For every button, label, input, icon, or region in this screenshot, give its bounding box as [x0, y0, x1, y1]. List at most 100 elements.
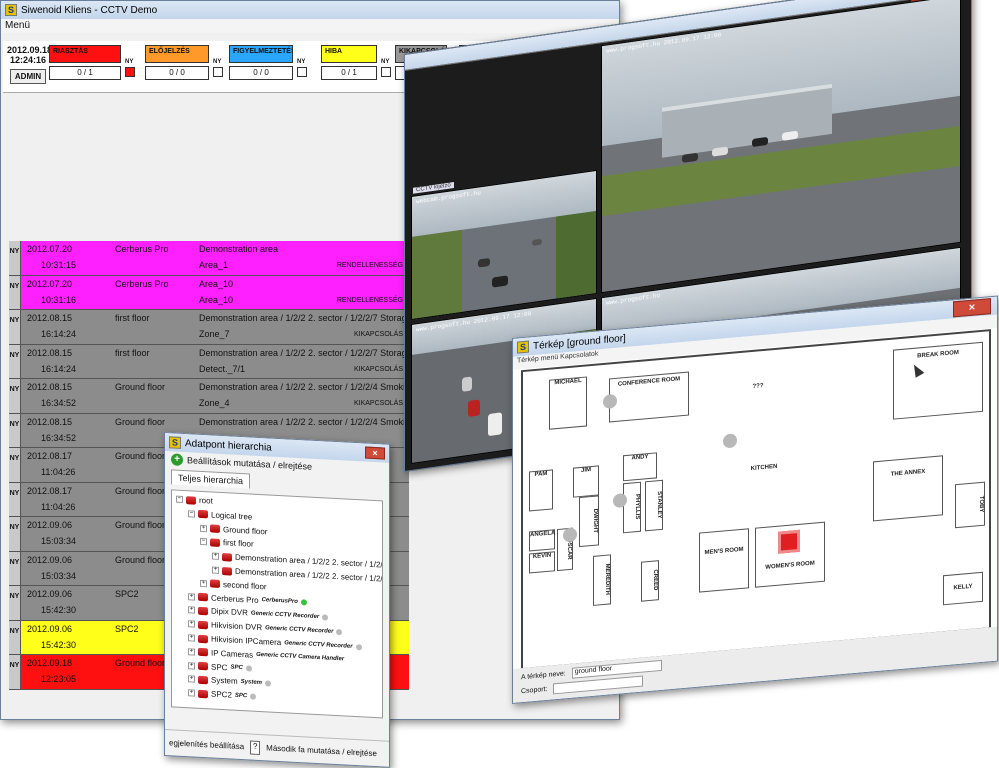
camera-icon[interactable] [563, 527, 577, 543]
tree-node[interactable]: + System System [188, 675, 272, 688]
event-source: first floor [115, 313, 150, 323]
tree-node-type: Generic CCTV Camera Handler [256, 652, 345, 663]
event-date: 2012.08.15 [27, 313, 73, 323]
map-window: S Térkép [ground floor] × Térkép menü Ka… [512, 295, 998, 704]
tree-node[interactable]: + SPC SPC [188, 661, 252, 673]
expand-icon[interactable]: + [188, 675, 195, 684]
camera-view-2[interactable]: www.progsoft.hu 2012.09.17 12:00 [601, 0, 961, 294]
tree-node[interactable]: + Cerberus Pro CerberusPro [188, 592, 307, 607]
siwenoid-logo-icon: S [517, 340, 529, 354]
tab-full-hierarchy[interactable]: Teljes hierarchia [171, 469, 251, 489]
event-source: Cerberus Pro [115, 244, 169, 254]
event-time: 15:42:30 [41, 605, 77, 615]
tree-node-type: Generic CCTV Recorder [284, 639, 353, 650]
event-ny: NY [9, 241, 21, 275]
expand-icon[interactable]: + [188, 648, 195, 656]
alarm-group[interactable]: FIGYELMEZTETÉS 0 / 0 [229, 45, 293, 89]
expand-icon[interactable]: + [212, 552, 219, 561]
tree-node-label: System [211, 675, 238, 687]
event-row[interactable]: NY 2012.08.15 16:34:52 Ground floor Demonstr… [9, 379, 466, 414]
room-kitchen: KITCHEN [750, 463, 778, 473]
room-stanley: STANLEY [645, 479, 663, 532]
camera-icon[interactable] [723, 433, 737, 449]
tree-node[interactable]: + Ground floor [200, 523, 267, 536]
event-status: KIKAPCSOLÁS [353, 331, 403, 338]
expand-icon[interactable]: − [188, 510, 195, 518]
room-creed: CREED [641, 560, 659, 602]
node-icon [198, 592, 208, 602]
tree-node[interactable]: − root [176, 495, 213, 506]
second-tree-toggle[interactable]: Második fa mutatása / elrejtése [266, 743, 377, 758]
tree-node[interactable]: + second floor [200, 579, 267, 591]
menu-item[interactable]: Menü [5, 20, 30, 31]
event-date: 2012.09.06 [27, 554, 73, 565]
map-group-label: Csoport: [521, 685, 548, 696]
status-dot [322, 614, 329, 621]
event-time: 15:03:34 [41, 536, 77, 546]
ny-indicator[interactable]: NY [125, 59, 135, 77]
event-ny: NY [9, 379, 21, 413]
camera-view-1[interactable]: webcam.progsoft.hu [411, 169, 597, 321]
expand-icon[interactable]: + [188, 592, 195, 601]
event-time: 10:31:16 [41, 294, 77, 305]
event-time: 16:34:52 [41, 398, 77, 408]
tree-node-label: second floor [223, 579, 267, 592]
event-source: Ground floor [115, 658, 166, 668]
alarm-icon[interactable] [778, 529, 800, 554]
ny-label: NY [125, 59, 134, 65]
admin-button[interactable]: ADMIN [10, 69, 46, 84]
tree-node[interactable]: + Dipix DVR Generic CCTV Recorder [188, 606, 329, 622]
event-source: Ground floor [115, 520, 166, 530]
ny-indicator[interactable]: NY [213, 59, 223, 77]
event-row[interactable]: NY 2012.08.15 16:14:24 first floor Demonstra… [9, 310, 465, 345]
node-icon [186, 495, 196, 505]
alarm-group[interactable]: RIASZTÁS 0 / 1 [49, 45, 121, 89]
tree-node[interactable]: − first floor [200, 537, 254, 549]
tree-node-type: CerberusPro [261, 597, 298, 606]
tree-node-type: Generic CCTV Recorder [265, 624, 334, 635]
current-date: 2012.09.18 [7, 45, 53, 55]
tree-node[interactable]: − Logical tree [188, 509, 252, 521]
display-settings-button[interactable]: egjelenítés beállítása [169, 738, 244, 751]
event-date: 2012.09.06 [27, 623, 73, 634]
expand-icon[interactable]: − [200, 538, 207, 546]
expand-icon[interactable]: + [200, 579, 207, 588]
expand-icon[interactable]: + [188, 620, 195, 628]
room-michael: MICHAEL [549, 376, 587, 430]
tree-node-label: IP Cameras [211, 648, 254, 660]
event-time: 12:23:05 [41, 674, 77, 684]
close-icon[interactable]: × [365, 446, 385, 460]
room-toby: TOBY [955, 481, 985, 529]
event-zone: Detect._7/1 [199, 363, 246, 374]
event-status: RENDELLENESSÉG [336, 262, 403, 269]
alarm-group[interactable]: HIBA 0 / 1 [321, 45, 377, 89]
expand-icon[interactable]: − [176, 495, 183, 503]
room-dwight: DWIGHT [579, 495, 599, 548]
ny-indicator[interactable]: NY [297, 59, 307, 77]
event-date: 2012.07.20 [27, 244, 73, 254]
event-date: 2012.08.15 [27, 416, 73, 427]
event-row[interactable]: NY 2012.08.15 16:14:24 first floor Demonstra… [9, 344, 465, 379]
event-row[interactable]: NY 2012.07.20 10:31:16 Cerberus Pro Area_10 A… [9, 275, 409, 310]
expand-icon[interactable]: + [200, 524, 207, 532]
event-row[interactable]: NY 2012.07.20 10:31:15 Cerberus Pro Demonstr… [9, 241, 409, 276]
close-icon[interactable]: × [953, 298, 991, 318]
event-source: first floor [115, 347, 150, 358]
ny-indicator[interactable]: NY [381, 59, 391, 77]
node-icon [198, 689, 208, 698]
alarm-group[interactable]: ELŐJELZÉS 0 / 0 [145, 45, 209, 89]
event-date: 2012.07.20 [27, 278, 73, 289]
tree-node-type: SPC [234, 692, 248, 700]
expand-icon[interactable]: + [212, 566, 219, 574]
event-date: 2012.09.06 [27, 520, 73, 530]
tree-node[interactable]: + SPC2 SPC [188, 688, 257, 701]
expand-icon[interactable]: + [188, 689, 195, 697]
event-date: 2012.09.06 [27, 589, 73, 599]
map-name-label: A térkép neve: [521, 670, 566, 682]
event-source: Ground floor [115, 416, 166, 427]
expand-icon[interactable]: + [188, 634, 195, 642]
alarm-group-count: 0 / 0 [145, 66, 209, 80]
expand-icon[interactable]: + [188, 606, 195, 615]
event-ny: NY [9, 275, 21, 309]
expand-icon[interactable]: + [188, 661, 195, 670]
